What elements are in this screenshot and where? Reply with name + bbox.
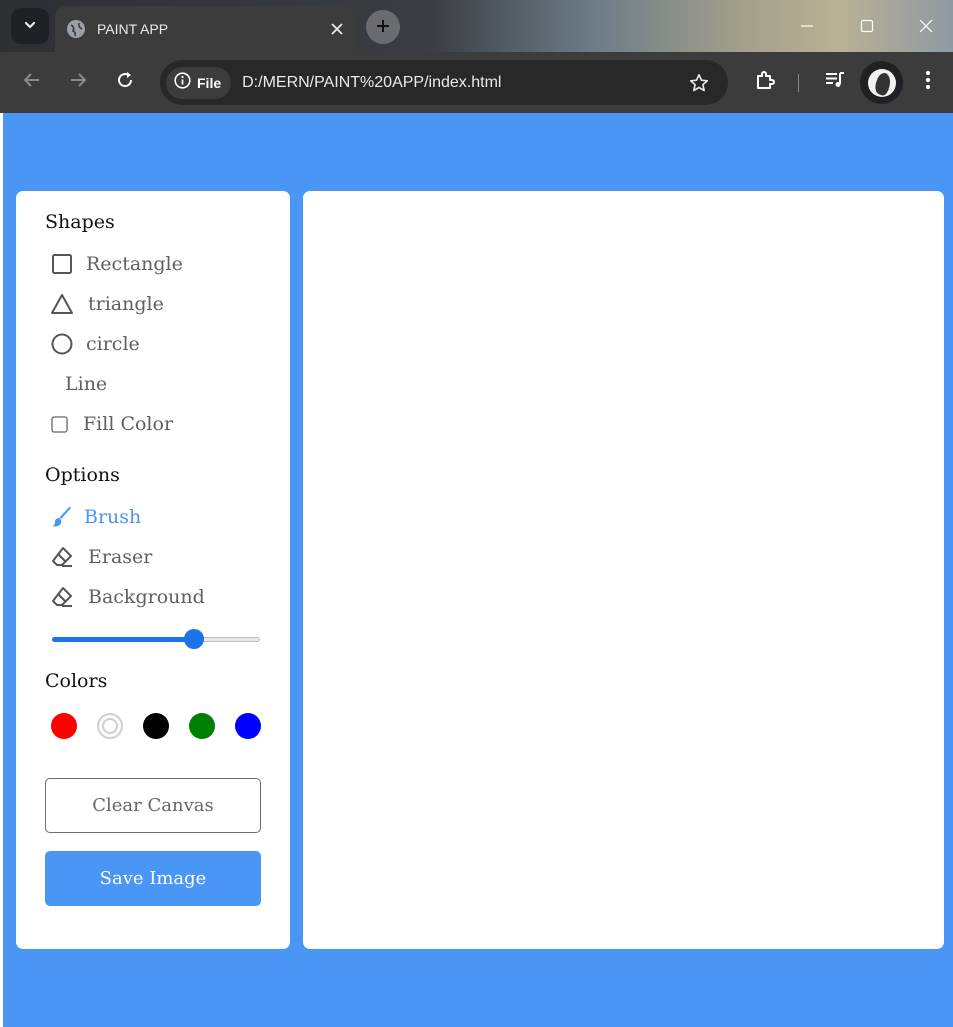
close-tab-icon[interactable]	[327, 19, 347, 39]
tools-panel: Shapes Rectangle triangle circle Line Fi…	[16, 191, 290, 949]
shape-circle[interactable]: circle	[50, 330, 140, 358]
profile-avatar[interactable]	[860, 61, 903, 104]
site-info-chip[interactable]: File	[166, 66, 232, 99]
color-swatch[interactable]	[143, 713, 169, 739]
fill-color-checkbox[interactable]	[50, 412, 68, 436]
option-brush[interactable]: Brush	[50, 503, 141, 531]
avatar-image	[867, 68, 896, 97]
puzzle-icon	[754, 69, 776, 95]
tab-search-button[interactable]	[11, 8, 49, 44]
option-label: Brush	[84, 506, 142, 528]
eraser-icon	[50, 545, 74, 569]
brush-size-slider[interactable]	[52, 629, 260, 649]
options-title: Options	[45, 464, 120, 486]
color-swatch[interactable]	[97, 713, 123, 739]
color-swatch[interactable]	[189, 713, 215, 739]
save-image-button[interactable]: Save Image	[45, 851, 261, 906]
eraser-icon	[50, 585, 74, 609]
back-button[interactable]	[16, 66, 48, 98]
plus-icon	[376, 18, 390, 37]
shape-line[interactable]: Line	[65, 370, 107, 398]
tab-title: PAINT APP	[97, 21, 169, 37]
minimize-button[interactable]	[792, 12, 822, 42]
browser-toolbar: File D:/MERN/PAINT%20APP/index.html	[0, 52, 953, 113]
color-swatches	[51, 713, 281, 739]
toolbar-separator	[798, 74, 799, 92]
option-label: Background	[88, 586, 205, 608]
more-vertical-icon	[925, 70, 931, 94]
browser-chrome: PAINT APP File D:/MERN/PAINT%20APP/index…	[0, 0, 953, 113]
window-edge	[0, 113, 3, 1027]
square-outline-icon	[50, 252, 74, 276]
shape-label: triangle	[88, 293, 164, 315]
option-label: Eraser	[88, 546, 153, 568]
slider-fill	[52, 637, 194, 642]
shape-rectangle[interactable]: Rectangle	[50, 250, 183, 278]
option-background[interactable]: Background	[50, 583, 205, 611]
url-text[interactable]: D:/MERN/PAINT%20APP/index.html	[242, 74, 684, 92]
address-bar[interactable]: File D:/MERN/PAINT%20APP/index.html	[160, 60, 728, 105]
arrow-right-icon	[69, 71, 87, 93]
circle-outline-icon	[50, 332, 74, 356]
shape-triangle[interactable]: triangle	[50, 290, 164, 318]
color-swatch[interactable]	[51, 713, 77, 739]
shape-label: Line	[65, 373, 108, 395]
new-tab-button[interactable]	[366, 10, 400, 44]
fill-color-label: Fill Color	[83, 413, 174, 435]
arrow-left-icon	[23, 71, 41, 93]
queue-music-icon	[824, 69, 846, 95]
drawing-canvas[interactable]	[303, 191, 944, 949]
chevron-down-icon	[23, 17, 37, 36]
tab-strip: PAINT APP	[0, 0, 953, 52]
minimize-icon	[800, 18, 814, 37]
browser-menu-button[interactable]	[912, 66, 944, 98]
clear-canvas-button[interactable]: Clear Canvas	[45, 778, 261, 833]
info-icon	[174, 72, 191, 93]
extensions-button[interactable]	[749, 66, 781, 98]
shapes-title: Shapes	[45, 211, 115, 233]
browser-tab[interactable]: PAINT APP	[55, 6, 357, 52]
option-eraser[interactable]: Eraser	[50, 543, 152, 571]
close-icon	[919, 18, 933, 37]
triangle-outline-icon	[50, 292, 74, 316]
color-swatch[interactable]	[235, 713, 261, 739]
brush-icon	[50, 505, 74, 529]
maximize-icon	[860, 18, 874, 37]
shape-label: circle	[86, 333, 140, 355]
forward-button[interactable]	[62, 66, 94, 98]
shape-label: Rectangle	[86, 253, 183, 275]
globe-icon	[67, 20, 85, 38]
reload-button[interactable]	[109, 66, 141, 98]
bookmark-star-icon[interactable]	[684, 68, 714, 98]
fill-color-option[interactable]: Fill Color	[50, 410, 173, 438]
site-chip-label: File	[197, 74, 222, 91]
maximize-button[interactable]	[852, 12, 882, 42]
close-window-button[interactable]	[911, 12, 941, 42]
slider-thumb[interactable]	[183, 629, 204, 649]
media-controls-button[interactable]	[819, 66, 851, 98]
colors-title: Colors	[45, 670, 108, 692]
reload-icon	[116, 71, 134, 93]
